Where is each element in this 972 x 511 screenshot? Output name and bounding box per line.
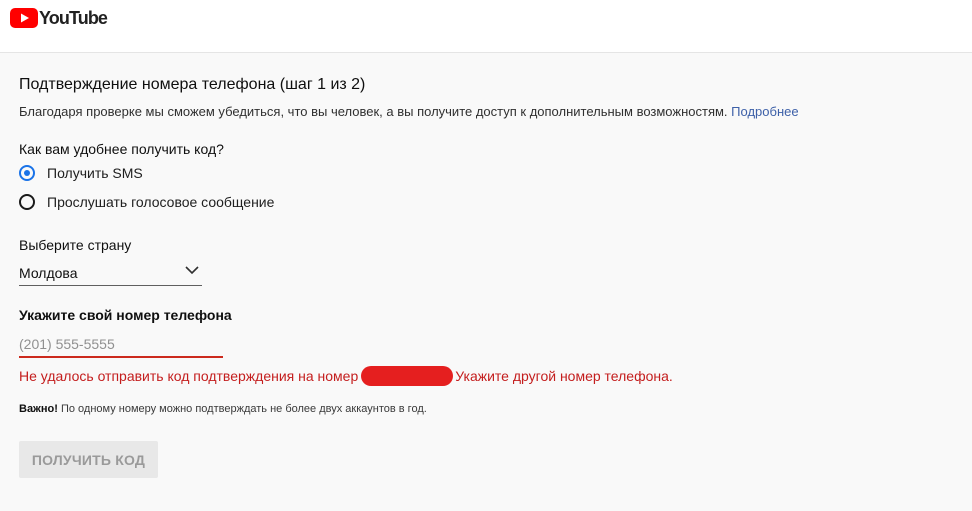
country-label: Выберите страну [19, 237, 132, 253]
learn-more-link[interactable]: Подробнее [731, 104, 798, 119]
method-question: Как вам удобнее получить код? [19, 141, 224, 157]
error-message: Не удалось отправить код подтверждения н… [19, 366, 673, 386]
radio-label-voice: Прослушать голосовое сообщение [47, 194, 275, 210]
description: Благодаря проверке мы сможем убедиться, … [19, 104, 799, 119]
youtube-logo[interactable]: YouTube [10, 8, 108, 28]
important-note: Важно! По одному номеру можно подтвержда… [19, 403, 427, 415]
chevron-down-icon [185, 266, 199, 275]
note-text: По одному номеру можно подтверждать не б… [60, 403, 427, 415]
country-value: Молдова [19, 265, 78, 281]
youtube-play-icon [10, 8, 38, 28]
radio-label-sms: Получить SMS [47, 165, 143, 181]
phone-label: Укажите свой номер телефона [19, 307, 232, 323]
get-code-button[interactable]: ПОЛУЧИТЬ КОД [19, 441, 158, 478]
phone-input[interactable] [19, 332, 223, 358]
radio-checked-icon[interactable] [19, 165, 35, 181]
radio-option-voice[interactable]: Прослушать голосовое сообщение [19, 194, 274, 210]
page-title: Подтверждение номера телефона (шаг 1 из … [19, 76, 366, 93]
description-text: Благодаря проверке мы сможем убедиться, … [19, 104, 728, 119]
error-text-suffix: Укажите другой номер телефона. [455, 368, 673, 384]
redacted-phone-number [361, 366, 454, 386]
note-bold-label: Важно! [19, 403, 58, 415]
top-header: YouTube [0, 0, 972, 53]
logo-wordmark: YouTube [39, 8, 108, 28]
radio-option-sms[interactable]: Получить SMS [19, 165, 143, 181]
error-text-prefix: Не удалось отправить код подтверждения н… [19, 368, 359, 384]
radio-unchecked-icon[interactable] [19, 194, 35, 210]
country-select[interactable]: Молдова [19, 260, 202, 286]
